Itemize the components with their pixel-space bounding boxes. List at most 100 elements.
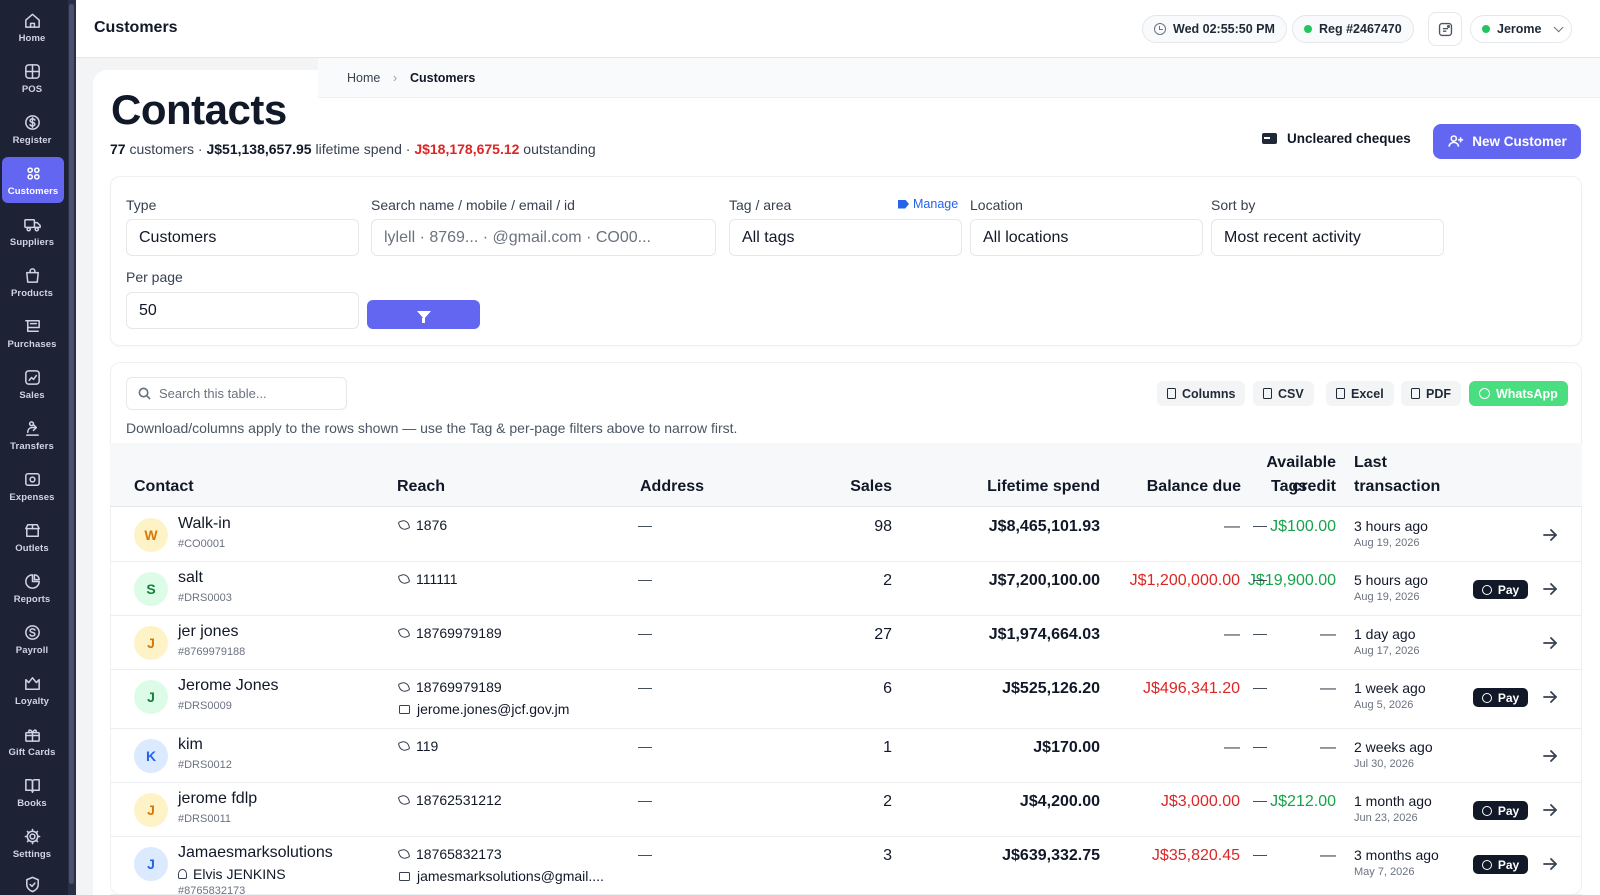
header-reach[interactable]: Reach <box>397 478 445 496</box>
contact-id: #8765832173 <box>178 885 246 895</box>
open-row-button[interactable] <box>1542 802 1558 818</box>
contact-name[interactable]: jerome fdlp <box>178 790 257 808</box>
header-contact[interactable]: Contact <box>134 478 194 496</box>
credit-value: — <box>1320 847 1336 864</box>
header-tags[interactable]: Tags <box>1271 478 1307 496</box>
header-credit-1[interactable]: Available <box>1190 454 1336 472</box>
contact-name[interactable]: kim <box>178 736 203 754</box>
pay-button[interactable]: Pay <box>1473 688 1528 707</box>
address-value: — <box>638 625 652 641</box>
header-credit-2[interactable]: credit <box>1190 478 1336 496</box>
last-date: May 7, 2026 <box>1354 866 1415 878</box>
whatsapp-icon <box>1479 388 1490 399</box>
address-value: — <box>638 846 652 862</box>
table-row[interactable]: J Jerome Jones #DRS0009 18769979189 jerome.j… <box>110 670 1582 729</box>
pdf-button[interactable]: PDF <box>1401 381 1461 406</box>
contact-name[interactable]: jer jones <box>178 623 238 641</box>
search-input[interactable]: lylell · 8769... · @gmail.com · CO00... <box>371 219 716 256</box>
sidebar-item-label: Books <box>17 797 47 809</box>
sidebar-item-products[interactable]: Products <box>0 259 64 305</box>
contact-name[interactable]: salt <box>178 569 203 587</box>
phone-icon <box>397 739 411 753</box>
header-address[interactable]: Address <box>640 478 704 496</box>
pay-button[interactable]: Pay <box>1473 580 1528 599</box>
manage-tags-link[interactable]: Manage <box>898 197 958 211</box>
sidebar-item-gift-cards[interactable]: Gift Cards <box>0 718 64 764</box>
contact-name[interactable]: Jerome Jones <box>178 677 279 695</box>
scanner-button[interactable] <box>1428 12 1462 46</box>
table-row[interactable]: Jjer jones #8769979188 18769979189—27 J$1,9… <box>110 616 1582 670</box>
type-select[interactable]: Customers <box>126 219 359 256</box>
open-row-button[interactable] <box>1542 527 1558 543</box>
table-row[interactable]: W Walk-in #CO0001 1876—98 J$8,465,101.93— J$1… <box>110 508 1582 562</box>
open-row-button[interactable] <box>1542 689 1558 705</box>
apply-filter-button[interactable] <box>367 300 480 329</box>
sidebar-item-expenses[interactable]: Expenses <box>0 463 64 509</box>
user-menu[interactable]: Jerome <box>1470 15 1573 43</box>
person-icon <box>178 869 187 879</box>
contact-name[interactable]: Jamaesmarksolutions <box>178 844 333 862</box>
sidebar-item-settings[interactable]: Settings <box>0 820 64 866</box>
phone-text: 18765832173 <box>416 846 502 862</box>
header-last-1[interactable]: Last <box>1354 454 1387 472</box>
table-row[interactable]: J Jamaesmarksolutions Elvis JENKINS #876583… <box>110 837 1582 895</box>
pay-label: Pay <box>1497 803 1520 818</box>
arrow-right-icon <box>1543 529 1557 541</box>
search-icon <box>138 387 151 400</box>
header-sales[interactable]: Sales <box>800 478 892 496</box>
truck-icon <box>23 218 41 232</box>
perpage-select[interactable]: 50 <box>126 292 359 329</box>
sidebar-item-books[interactable]: Books <box>0 769 64 815</box>
sidebar-item-suppliers[interactable]: Suppliers <box>0 208 64 254</box>
register-text: Reg #2467470 <box>1319 22 1402 36</box>
table-row[interactable]: Ssalt #DRS0003 111111—2 J$7,200,100.00 J$1,2… <box>110 562 1582 616</box>
csv-button[interactable]: CSV <box>1253 381 1314 406</box>
register-pill[interactable]: Reg #2467470 <box>1292 15 1414 43</box>
open-row-button[interactable] <box>1542 635 1558 651</box>
whatsapp-button[interactable]: WhatsApp <box>1469 381 1568 406</box>
sidebar-item-label: Payroll <box>15 644 49 656</box>
excel-icon <box>1336 388 1345 399</box>
clock-pill: Wed 02:55:50 PM <box>1142 15 1287 43</box>
open-row-button[interactable] <box>1542 748 1558 764</box>
tags-value: — <box>1253 679 1267 695</box>
location-select[interactable]: All locations <box>970 219 1203 256</box>
new-customer-button[interactable]: New Customer <box>1433 124 1581 159</box>
tag-select[interactable]: All tags <box>729 219 962 256</box>
sidebar-item-home[interactable]: Home <box>0 4 64 50</box>
sidebar-item-purchases[interactable]: Purchases <box>0 310 64 356</box>
sidebar-item-reports[interactable]: Reports <box>0 565 64 611</box>
sidebar-item-payroll[interactable]: Payroll <box>0 616 64 662</box>
sidebar-scrollbar[interactable] <box>68 0 75 895</box>
sidebar-item-sales[interactable]: Sales <box>0 361 64 407</box>
open-row-button[interactable] <box>1542 581 1558 597</box>
pay-button[interactable]: Pay <box>1473 855 1528 874</box>
columns-button[interactable]: Columns <box>1157 381 1246 406</box>
table-hint: Download/columns apply to the rows shown… <box>126 420 738 436</box>
reach-phone: 18765832173 <box>397 846 502 862</box>
contact-name[interactable]: Walk-in <box>178 515 231 533</box>
sidebar-item-loyalty[interactable]: Loyalty <box>0 667 64 713</box>
uncleared-cheques-link[interactable]: Uncleared cheques <box>1262 131 1411 146</box>
contact-id: #DRS0009 <box>178 700 232 712</box>
table-search-input[interactable]: Search this table... <box>126 377 347 410</box>
sidebar-item-customers[interactable]: Customers <box>2 157 64 203</box>
sidebar-item-outlets[interactable]: Outlets <box>0 514 64 560</box>
excel-button[interactable]: Excel <box>1326 381 1394 406</box>
sort-select[interactable]: Most recent activity <box>1211 219 1444 256</box>
credit-value: J$212.00 <box>1270 793 1336 810</box>
header-last-2[interactable]: transaction <box>1354 478 1440 496</box>
sidebar-item-register[interactable]: Register <box>0 106 64 152</box>
breadcrumb-home[interactable]: Home <box>347 71 380 85</box>
sidebar-item-transfers[interactable]: Transfers <box>0 412 64 458</box>
pay-button[interactable]: Pay <box>1473 801 1528 820</box>
sidebar-item-pos[interactable]: POS <box>0 55 64 101</box>
address-value: — <box>638 517 652 533</box>
open-row-button[interactable] <box>1542 856 1558 872</box>
table-row[interactable]: Kkim #DRS0012 119—1 J$170.00— — —2 weeks ago J… <box>110 729 1582 783</box>
sidebar-item-more[interactable] <box>0 872 64 895</box>
table-row[interactable]: Jjerome fdlp #DRS0011 18762531212—2 J$4,200… <box>110 783 1582 837</box>
phone-text: 119 <box>416 738 439 754</box>
credit-value: — <box>1320 739 1336 756</box>
reach-phone: 18762531212 <box>397 792 502 808</box>
